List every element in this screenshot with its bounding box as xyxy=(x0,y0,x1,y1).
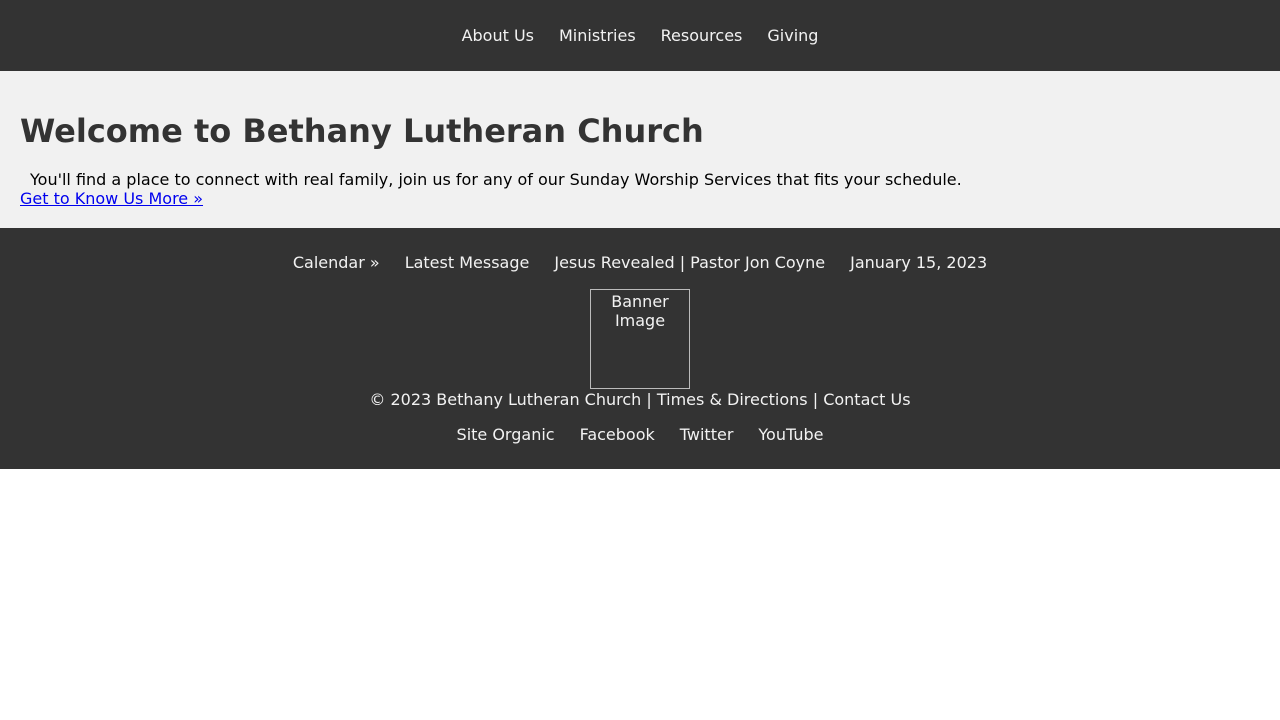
youtube-link[interactable]: YouTube xyxy=(758,425,823,445)
footer: Calendar » Latest Message Jesus Revealed… xyxy=(0,228,1280,469)
nav-item-about-us[interactable]: About Us xyxy=(462,26,534,45)
page-title: Welcome to Bethany Lutheran Church xyxy=(20,112,704,150)
twitter-link[interactable]: Twitter xyxy=(680,425,734,445)
latest-message-link[interactable]: Latest Message xyxy=(405,253,530,273)
get-to-know-us-link[interactable]: Get to Know Us More » xyxy=(20,189,203,208)
contact-us-link[interactable]: Contact Us xyxy=(823,390,910,409)
nav-item-ministries[interactable]: Ministries xyxy=(559,26,636,45)
facebook-link[interactable]: Facebook xyxy=(580,425,655,445)
nav-item-giving[interactable]: Giving xyxy=(767,26,818,45)
social-links: Site Organic Facebook Twitter YouTube xyxy=(0,425,1280,445)
nav-item-resources[interactable]: Resources xyxy=(661,26,743,45)
calendar-link[interactable]: Calendar » xyxy=(293,253,380,273)
banner-image[interactable]: Banner Image xyxy=(590,289,690,389)
message-date-link[interactable]: January 15, 2023 xyxy=(850,253,987,273)
copyright-separator: | xyxy=(807,390,824,409)
copyright-text: © 2023 Bethany Lutheran Church | xyxy=(369,390,657,409)
times-directions-link[interactable]: Times & Directions xyxy=(657,390,808,409)
message-title-link[interactable]: Jesus Revealed | Pastor Jon Coyne xyxy=(554,253,825,273)
site-organic-link[interactable]: Site Organic xyxy=(457,425,555,445)
banner-image-alt-text: Banner Image xyxy=(611,292,669,330)
copyright-line: © 2023 Bethany Lutheran Church | Times &… xyxy=(0,390,1280,410)
top-navigation: About Us Ministries Resources Giving xyxy=(0,0,1280,71)
footer-links: Calendar » Latest Message Jesus Revealed… xyxy=(0,253,1280,273)
welcome-section: Welcome to Bethany Lutheran Church You'l… xyxy=(0,71,1280,228)
welcome-text: You'll find a place to connect with real… xyxy=(30,170,962,189)
